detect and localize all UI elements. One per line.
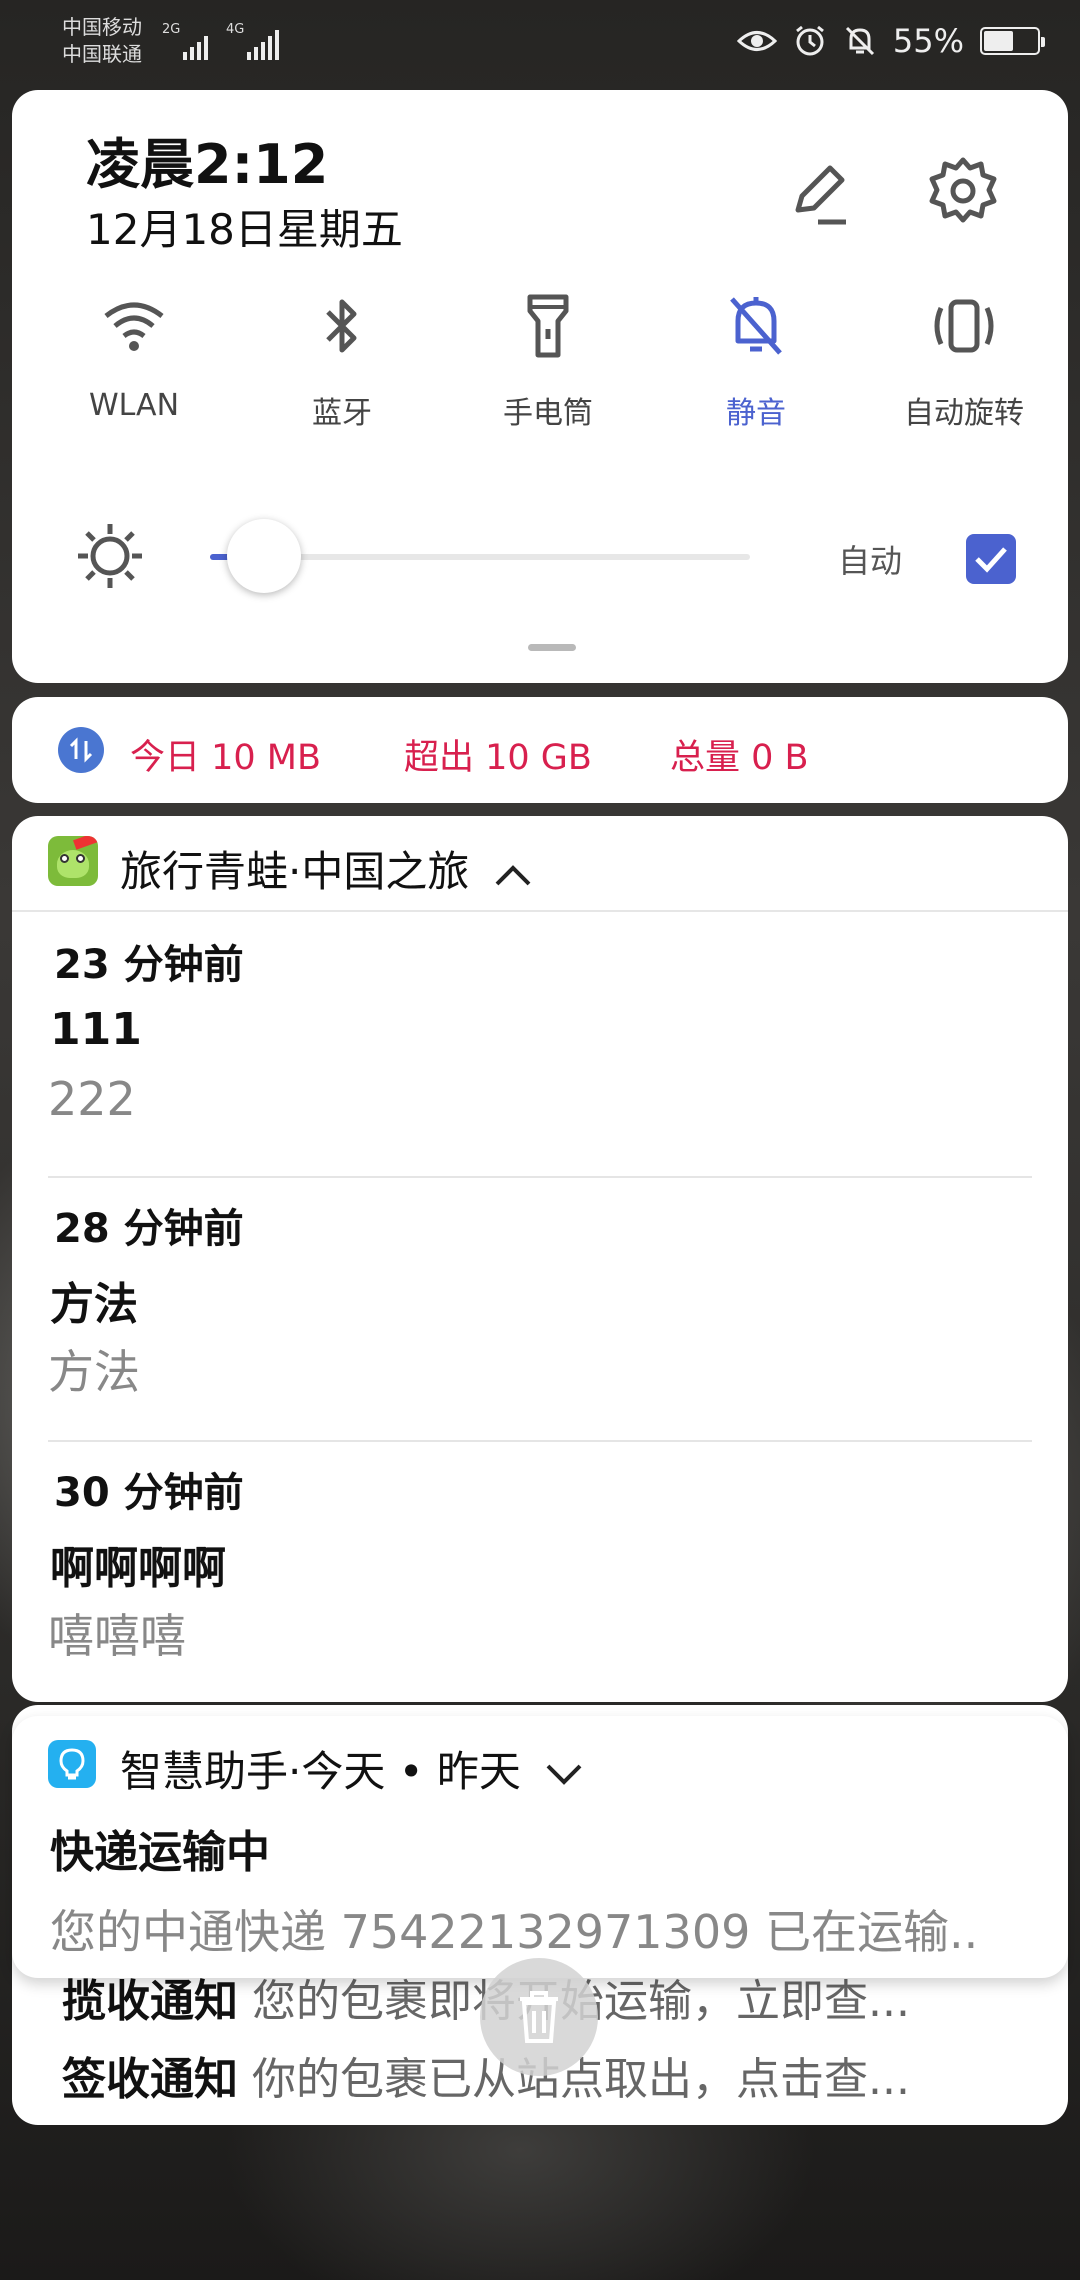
- battery-percent: 55%: [892, 22, 964, 60]
- data-today: 今日 10 MB: [130, 738, 321, 778]
- lightbulb-icon: [48, 1740, 96, 1788]
- notification-entry[interactable]: 30 分钟前 啊啊啊啊 嘻嘻嘻: [12, 1442, 1068, 1702]
- bell-off-icon: [845, 26, 874, 56]
- notification-time: 30 分钟前: [54, 1470, 244, 1516]
- panel-drag-handle[interactable]: [528, 644, 576, 651]
- tile-bluetooth[interactable]: 蓝牙: [242, 286, 442, 432]
- tile-silent[interactable]: 静音: [656, 286, 856, 432]
- notification-time: 23 分钟前: [54, 942, 244, 988]
- carrier-2: 中国联通: [62, 42, 142, 66]
- data-over: 超出 10 GB: [404, 738, 592, 778]
- tile-label: 蓝牙: [312, 396, 372, 431]
- rotate-icon: [934, 299, 994, 353]
- data-transfer-icon: [58, 727, 104, 773]
- trash-icon: [520, 1991, 558, 2043]
- tile-label: WLAN: [88, 388, 180, 423]
- sub-item-body: 你的包裹已从站点取出，点击查...: [252, 2054, 910, 2105]
- bluetooth-icon: [326, 299, 357, 353]
- frog-app-icon: [48, 836, 98, 886]
- tile-auto-rotate[interactable]: 自动旋转: [864, 286, 1064, 432]
- check-icon: [975, 547, 1007, 573]
- edit-icon[interactable]: [784, 158, 854, 228]
- tile-wlan[interactable]: WLAN: [34, 286, 234, 423]
- clock-date: 12月18日星期五: [86, 205, 403, 254]
- auto-brightness-checkbox[interactable]: [966, 534, 1016, 584]
- bell-off-icon: [730, 297, 782, 355]
- data-usage-card[interactable]: 今日 10 MB 超出 10 GB 总量 0 B: [12, 697, 1068, 803]
- notification-app-name: 旅行青蛙·中国之旅: [120, 847, 470, 896]
- brightness-slider[interactable]: [210, 519, 750, 593]
- sub-item-title: 揽收通知: [62, 1976, 238, 2027]
- notification-entry[interactable]: 23 分钟前 111 222: [12, 912, 1068, 1176]
- eye-icon: [736, 31, 777, 51]
- notification-time: 28 分钟前: [54, 1206, 244, 1252]
- notification-title: 方法: [50, 1279, 138, 1330]
- notification-title: 啊啊啊啊: [50, 1543, 226, 1594]
- tile-label: 手电筒: [503, 396, 593, 431]
- notification-group-header[interactable]: 旅行青蛙·中国之旅: [12, 816, 1068, 912]
- signal-2-label: 4G: [226, 22, 245, 37]
- notification-assistant[interactable]: 智慧助手·今天 • 昨天 快递运输中 您的中通快递 75422132971309…: [12, 1716, 1068, 1978]
- notification-body: 您的中通快递 75422132971309 已在运输..: [50, 1905, 979, 1959]
- carrier-labels: 中国移动 中国联通: [62, 14, 142, 68]
- flashlight-icon: [527, 294, 569, 358]
- tile-label: 自动旋转: [904, 396, 1024, 431]
- sub-item-title: 签收通知: [62, 2054, 238, 2105]
- signal-1-label: 2G: [162, 22, 181, 37]
- data-total: 总量 0 B: [670, 738, 809, 778]
- tile-flashlight[interactable]: 手电筒: [448, 286, 648, 432]
- clear-all-button[interactable]: [480, 1958, 598, 2076]
- carrier-1: 中国移动: [62, 15, 142, 39]
- status-bar: 中国移动 中国联通 2G 4G 55%: [0, 0, 1080, 90]
- chevron-up-icon[interactable]: [493, 862, 533, 888]
- gear-icon[interactable]: [926, 154, 1000, 228]
- notification-title: 快递运输中: [50, 1827, 270, 1878]
- tile-label: 静音: [726, 396, 786, 431]
- clock-time: 凌晨2:12: [86, 133, 329, 196]
- signal-1-icon: 2G: [162, 22, 208, 60]
- status-icons: 55%: [736, 22, 1045, 60]
- alarm-icon: [795, 25, 824, 56]
- notification-title: 111: [50, 1004, 142, 1055]
- quick-settings-panel: 凌晨2:12 12月18日星期五 WLAN 蓝牙 手电筒 静音 自动旋转 自动: [12, 90, 1068, 683]
- brightness-thumb[interactable]: [227, 519, 301, 593]
- notification-body: 方法: [48, 1345, 140, 1399]
- notification-entry[interactable]: 28 分钟前 方法 方法: [12, 1178, 1068, 1442]
- notification-body: 222: [48, 1072, 136, 1126]
- signal-2-icon: 4G: [226, 22, 279, 60]
- notification-group-frog[interactable]: 旅行青蛙·中国之旅 23 分钟前 111 222 28 分钟前 方法 方法 30…: [12, 816, 1068, 1702]
- wifi-icon: [104, 302, 164, 351]
- auto-brightness-label: 自动: [838, 542, 903, 580]
- brightness-icon: [78, 524, 142, 588]
- battery-icon: [980, 27, 1045, 55]
- chevron-down-icon[interactable]: [544, 1762, 584, 1788]
- notification-body: 嘻嘻嘻: [48, 1609, 186, 1663]
- notification-app-name: 智慧助手·今天 • 昨天: [120, 1747, 521, 1796]
